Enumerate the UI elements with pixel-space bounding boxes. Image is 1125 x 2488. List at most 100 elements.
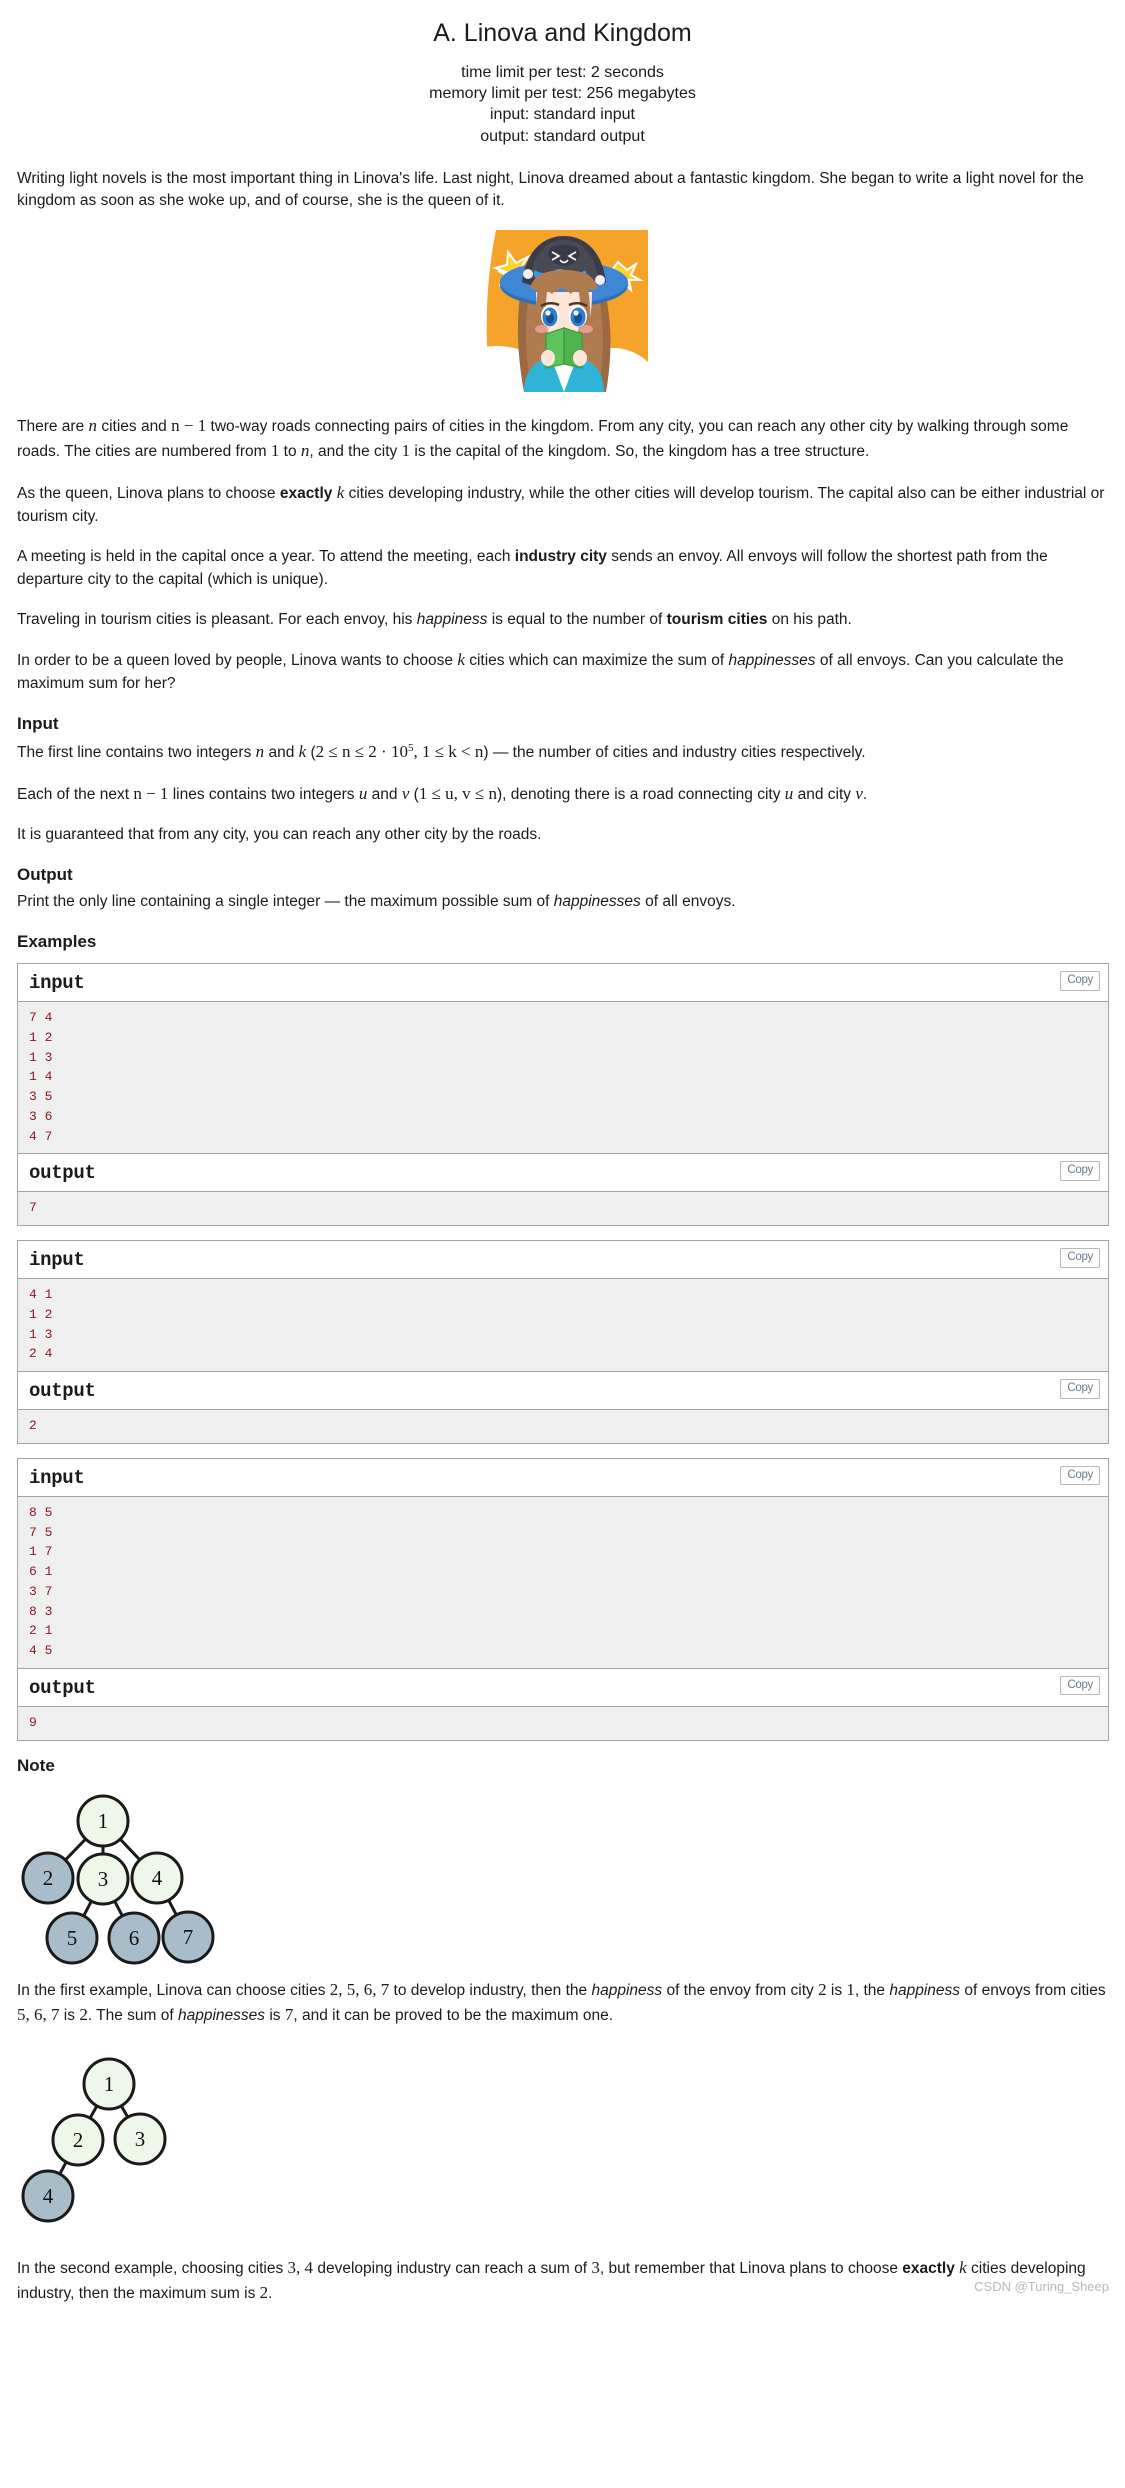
output-spec-line-1: Print the only line containing a single …: [17, 891, 1109, 914]
note1-f: of envoys from cities: [960, 1981, 1106, 1999]
watermark-csdn: CSDN @Turing_Sheep: [974, 2278, 1109, 2294]
tree-node-4: 4: [21, 2169, 75, 2223]
anime-girl-illustration: [478, 230, 648, 393]
sample-2-input-data: 4 1 1 2 1 3 2 4: [18, 1279, 1108, 1373]
var-u-2: u: [784, 784, 794, 804]
sample-1-input-data: 7 4 1 2 1 3 1 4 3 5 3 6 4 7: [18, 1002, 1108, 1155]
note2-e: .: [268, 2284, 273, 2302]
var-n: n: [88, 416, 98, 436]
note2-c: , but remember that Linova plans to choo…: [599, 2259, 903, 2277]
sample-1-output-data: 7: [18, 1192, 1108, 1226]
tree-node-label: 6: [129, 1926, 140, 1950]
tree-node-label: 7: [183, 1925, 194, 1949]
emphasis-happinesses-2: happinesses: [553, 893, 641, 911]
sample-3-input-data: 8 5 7 5 1 7 6 1 3 7 8 3 2 1 4 5: [18, 1496, 1108, 1669]
sample-2-output-header: output Copy: [18, 1372, 1108, 1411]
time-limit: time limit per test: 2 seconds: [461, 64, 664, 82]
input-spec: input: standard input: [490, 106, 635, 124]
tree-figure-2: 1 2 3 4: [17, 2045, 1109, 2240]
emphasis-exactly: exactly: [279, 485, 333, 503]
illustration-container: [17, 230, 1109, 393]
tree-node-2: 2: [51, 2113, 105, 2167]
p2-text-b: cities and: [97, 418, 172, 436]
sample-test-1: input Copy 7 4 1 2 1 3 1 4 3 5 3 6 4 7 o…: [17, 963, 1109, 1227]
in2-text-c: and: [367, 786, 402, 804]
p2-text-f: is the capital of the kingdom. So, the k…: [410, 443, 870, 461]
tree-node-1: 1: [82, 2057, 136, 2111]
tree-1-graph: 1 2 3 4 5 6 7: [21, 1794, 215, 1965]
in2-text-b: lines contains two integers: [168, 786, 359, 804]
section-heading-note: Note: [17, 1755, 55, 1775]
tree-node-label: 5: [67, 1926, 78, 1950]
p6-text-b: cities which can maximize the sum of: [464, 652, 729, 670]
sample-tests-container: input Copy 7 4 1 2 1 3 1 4 3 5 3 6 4 7 o…: [17, 963, 1109, 1741]
sample-1-output-label: output: [29, 1162, 96, 1185]
copy-button-output-2[interactable]: Copy: [1060, 1379, 1100, 1399]
copy-button-input-1[interactable]: Copy: [1060, 971, 1100, 991]
emphasis-happinesses: happinesses: [728, 652, 816, 670]
in2-text-g: .: [862, 786, 868, 804]
note2-exactly: exactly: [902, 2259, 955, 2277]
sample-1-output-header: output Copy: [18, 1154, 1108, 1193]
in1-text-b: and: [264, 744, 299, 762]
out1-text-b: of all envoys.: [640, 893, 736, 911]
output-spec: output: standard output: [480, 127, 645, 145]
statement-paragraph-2: There are n cities and n − 1 two-way roa…: [17, 414, 1109, 464]
note1-happinesses: happinesses: [177, 2006, 266, 2024]
in1-text-d: ) — the number of cities and industry ci…: [483, 744, 866, 762]
sample-1-input-header: input Copy: [18, 964, 1108, 1003]
tree-node-label: 2: [43, 1866, 54, 1890]
p2-text-d: to: [279, 443, 301, 461]
copy-button-input-2[interactable]: Copy: [1060, 1248, 1100, 1268]
constraint-uv: 1 ≤ u, v ≤ n: [418, 784, 497, 804]
tree-node-label: 4: [43, 2184, 54, 2208]
note1-d: is: [826, 1981, 847, 1999]
expr-n-minus-1: n − 1: [171, 416, 207, 436]
emphasis-tourism-cities: tourism cities: [666, 610, 768, 628]
sample-3-output-label: output: [29, 1676, 96, 1699]
note1-happiness: happiness: [591, 1981, 663, 1999]
section-heading-output: Output: [17, 865, 73, 885]
note1-b: to develop industry, then the: [389, 1981, 592, 1999]
in2-text-a: Each of the next: [17, 786, 134, 804]
note2-val1: 3: [591, 2257, 600, 2277]
var-k-2: k: [457, 650, 465, 670]
sample-2-output-data: 2: [18, 1410, 1108, 1443]
p5-text-a: Traveling in tourism cities is pleasant.…: [17, 610, 417, 628]
copy-button-output-3[interactable]: Copy: [1060, 1675, 1100, 1696]
note2-val2: 2: [259, 2282, 269, 2302]
problem-limits: time limit per test: 2 seconds memory li…: [0, 62, 1125, 146]
input-spec-line-3: It is guaranteed that from any city, you…: [17, 826, 542, 844]
note1-c: of the envoy from city: [662, 1981, 819, 1999]
note1-cities: 2, 5, 6, 7: [329, 1979, 390, 1999]
section-heading-input: Input: [17, 714, 59, 734]
statement-paragraph-1: Writing light novels is the most importa…: [17, 168, 1109, 214]
page-title: A. Linova and Kingdom: [433, 19, 692, 47]
tree-edge: [62, 1836, 89, 1863]
p5-text-c: on his path.: [767, 610, 852, 628]
tree-node-label: 1: [104, 2072, 115, 2096]
note-paragraph-2: In the second example, choosing cities 3…: [17, 2256, 1109, 2306]
p2-text-a: There are: [17, 418, 89, 436]
sample-3-input-label: input: [29, 1466, 85, 1489]
tree-node-3: 3: [113, 2112, 167, 2166]
num-1-b: 1: [401, 441, 411, 461]
tree-node-2: 2: [21, 1851, 75, 1905]
note1-val2: 2: [79, 2004, 88, 2024]
constraint-n: 2 ≤ n ≤ 2 · 10: [315, 742, 408, 762]
copy-button-output-1[interactable]: Copy: [1060, 1161, 1100, 1181]
in2-text-e: ), denoting there is a road connecting c…: [497, 786, 785, 804]
note2-var-k: k: [959, 2257, 967, 2277]
tree-node-4: 4: [130, 1851, 184, 1905]
tree-node-label: 3: [135, 2127, 146, 2151]
emphasis-happiness: happiness: [416, 610, 488, 628]
statement-paragraph-4: A meeting is held in the capital once a …: [17, 546, 1109, 592]
p6-text-a: In order to be a queen loved by people, …: [17, 652, 458, 670]
p5-text-b: is equal to the number of: [487, 610, 667, 628]
in1-text-c: (: [306, 744, 316, 762]
copy-button-input-3[interactable]: Copy: [1060, 1465, 1100, 1486]
sample-2-output-label: output: [29, 1380, 96, 1403]
p4-text-a: A meeting is held in the capital once a …: [17, 547, 515, 565]
tree-node-7: 7: [161, 1910, 215, 1964]
problem-content: Writing light novels is the most importa…: [0, 168, 1125, 2306]
